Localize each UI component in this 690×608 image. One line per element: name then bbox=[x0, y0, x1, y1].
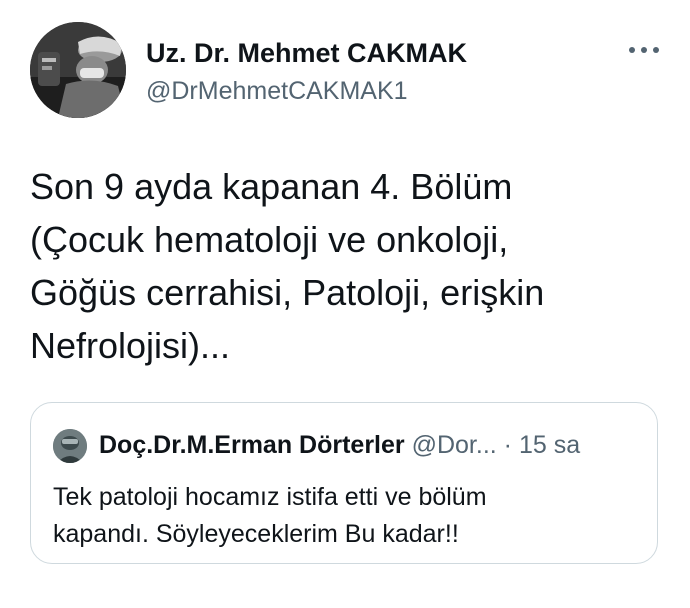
author-handle[interactable]: @DrMehmetCAKMAK1 bbox=[146, 77, 408, 106]
quoted-author-name[interactable]: Doç.Dr.M.Erman Dörterler bbox=[99, 431, 405, 459]
quoted-tweet-header: Doç.Dr.M.Erman Dörterler @Dor... · 15 sa bbox=[99, 431, 580, 460]
quoted-tweet-text: Tek patoloji hocamız istifa etti ve bölü… bbox=[53, 483, 487, 548]
more-options-button[interactable] bbox=[624, 36, 664, 64]
quoted-tweet[interactable]: Doç.Dr.M.Erman Dörterler @Dor... · 15 sa… bbox=[30, 402, 658, 564]
tweet-text: Son 9 ayda kapanan 4. Bölüm (Çocuk hemat… bbox=[30, 166, 545, 366]
quoted-author-avatar[interactable] bbox=[53, 429, 87, 463]
author-name[interactable]: Uz. Dr. Mehmet CAKMAK bbox=[146, 38, 467, 69]
more-horizontal-icon bbox=[629, 47, 659, 53]
separator-dot: · bbox=[503, 431, 512, 459]
quoted-author-handle[interactable]: @Dor... bbox=[412, 431, 497, 459]
author-avatar[interactable] bbox=[30, 22, 126, 118]
quoted-tweet-time[interactable]: 15 sa bbox=[519, 431, 580, 459]
tweet[interactable]: Uz. Dr. Mehmet CAKMAK @DrMehmetCAKMAK1 S… bbox=[0, 0, 690, 608]
